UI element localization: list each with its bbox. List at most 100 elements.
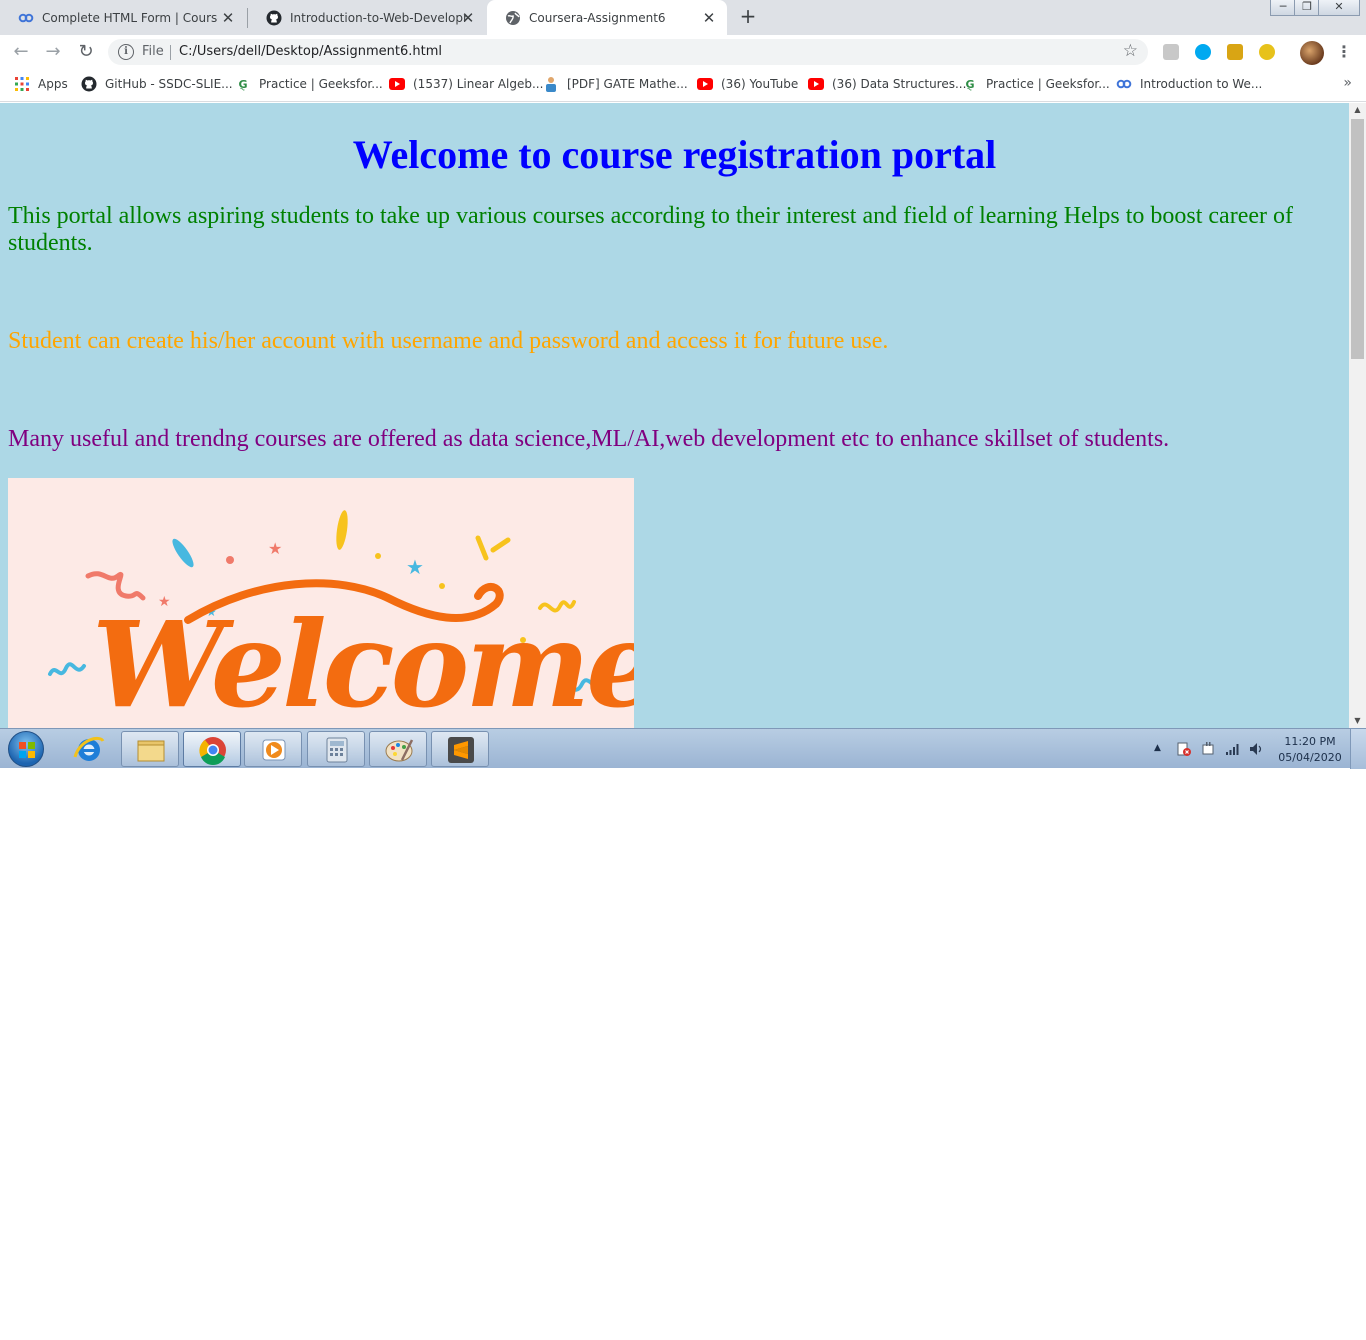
close-icon[interactable]: ✕ [701,9,717,27]
chrome-taskbar-button[interactable] [183,731,241,767]
svg-text:★: ★ [406,555,424,579]
github-icon [266,10,282,26]
tab-strip: Complete HTML Form | Coursera ✕ Introduc… [0,0,1366,35]
bookmark-geeksforgeeks-practice[interactable]: ֻG Practice | Geeksfor... [235,76,383,92]
bookmarks-bar: Apps GitHub - SSDC-SLIE... ֻG Practice |… [0,69,1366,102]
restore-button[interactable]: ❐ [1294,0,1320,16]
tab-title: Complete HTML Form | Coursera [42,10,218,25]
bookmark-label: [PDF] GATE Mathe... [567,77,688,91]
youtube-icon [697,76,713,92]
skype-extension-icon[interactable] [1195,44,1211,60]
internet-explorer-taskbar-button[interactable] [60,731,118,767]
calculator-taskbar-button[interactable] [307,731,365,767]
scroll-thumb[interactable] [1351,119,1364,359]
profile-avatar[interactable] [1300,41,1324,65]
coursera-icon [1116,76,1132,92]
sublime-text-taskbar-button[interactable] [431,731,489,767]
network-signal-icon[interactable] [1224,741,1240,760]
pixel-extension-icon[interactable] [1227,44,1243,60]
folder-icon [137,740,165,762]
bookmarks-overflow-icon[interactable]: » [1343,75,1352,91]
browser-toolbar: ← → ↻ i File C:/Users/dell/Desktop/Assig… [0,35,1366,69]
bookmark-star-icon[interactable]: ☆ [1123,41,1138,61]
bookmark-apps[interactable]: Apps [14,76,68,92]
tab-introduction-to-web-development[interactable]: Introduction-to-Web-Developme ✕ [248,0,486,35]
bookmark-label: GitHub - SSDC-SLIE... [105,77,233,91]
person-icon [543,76,559,92]
bookmark-label: (36) Data Structures... [832,77,967,91]
tab-title: Coursera-Assignment6 [529,10,666,25]
page-viewport: Welcome to course registration portal Th… [0,103,1349,728]
info-icon[interactable]: i [118,44,134,60]
paint-taskbar-button[interactable] [369,731,427,767]
volume-icon[interactable] [1248,741,1264,760]
forward-arrow-icon[interactable]: → [42,41,64,63]
close-icon[interactable]: ✕ [460,9,476,27]
bookmark-label: Practice | Geeksfor... [259,77,383,91]
geeksforgeeks-icon: ֻG [965,77,975,91]
back-arrow-icon[interactable]: ← [10,41,32,63]
sublime-text-icon [448,737,474,763]
chrome-icon [199,737,226,765]
bookmark-introduction-to-web[interactable]: Introduction to We... [1116,76,1262,92]
calculator-icon [326,737,348,763]
bookmark-label: (1537) Linear Algeb... [413,77,544,91]
tab-coursera-assignment6[interactable]: Coursera-Assignment6 ✕ [487,0,727,35]
more-menu-icon[interactable]: ⋮ [1336,42,1352,61]
reload-icon[interactable]: ↻ [75,41,97,63]
new-tab-button[interactable]: + [738,6,758,26]
close-icon[interactable]: ✕ [220,9,236,27]
bookmark-label: Apps [38,77,68,91]
courses-paragraph: Many useful and trendng courses are offe… [8,426,1170,452]
media-player-taskbar-button[interactable] [244,731,302,767]
windows-taskbar: ▲ 11:20 PM 05/04/2020 [0,728,1366,769]
action-center-icon[interactable] [1176,741,1192,760]
bookmark-label: (36) YouTube [721,77,799,91]
github-icon [81,76,97,92]
bookmark-label: Practice | Geeksfor... [986,77,1110,91]
bookmark-label: Introduction to We... [1140,77,1263,91]
intro-paragraph: This portal allows aspiring students to … [8,203,1293,256]
tab-complete-html-form[interactable]: Complete HTML Form | Coursera ✕ [0,0,246,35]
paint-palette-icon [385,739,414,762]
address-divider [170,45,171,60]
pdf-extension-icon[interactable] [1163,44,1179,60]
bookmark-data-structures[interactable]: (36) Data Structures... [808,76,966,92]
coursera-icon [18,10,34,26]
window-close-button[interactable]: ✕ [1318,0,1360,16]
bookmark-gate-mathematics[interactable]: [PDF] GATE Mathe... [543,76,688,92]
internet-explorer-icon [73,736,105,761]
welcome-image: ★ ★ ★ ★ Welcome [8,478,634,728]
bookmark-linear-algebra[interactable]: (1537) Linear Algeb... [389,76,543,92]
youtube-icon [389,76,405,92]
youtube-icon [808,76,824,92]
puzzle-extension-icon[interactable] [1259,44,1275,60]
clock-time: 11:20 PM [1284,735,1336,748]
system-clock[interactable]: 11:20 PM 05/04/2020 [1276,734,1344,766]
address-url[interactable]: C:/Users/dell/Desktop/Assignment6.html [179,44,442,59]
account-paragraph: Student can create his/her account with … [8,328,889,354]
vertical-scrollbar[interactable]: ▲ ▼ [1349,103,1366,728]
tray-overflow-icon[interactable]: ▲ [1154,743,1161,753]
bookmark-github[interactable]: GitHub - SSDC-SLIE... [81,76,233,92]
minimize-button[interactable]: ─ [1270,0,1296,16]
scroll-up-icon[interactable]: ▲ [1349,103,1366,117]
welcome-lettering: Welcome [92,595,634,728]
scroll-down-icon[interactable]: ▼ [1349,714,1366,728]
address-bar[interactable]: i File C:/Users/dell/Desktop/Assignment6… [108,39,1148,65]
bookmark-geeksforgeeks-practice-2[interactable]: ֻG Practice | Geeksfor... [962,76,1110,92]
media-player-icon [262,739,286,761]
show-desktop-button[interactable] [1350,729,1366,769]
power-icon[interactable] [1200,741,1216,760]
address-scheme-label: File [142,44,164,59]
clock-date: 05/04/2020 [1278,751,1342,764]
start-button[interactable] [8,731,44,767]
geeksforgeeks-icon: ֻG [238,77,248,91]
windows-logo-icon [19,742,35,758]
globe-icon [505,10,521,26]
svg-text:★: ★ [268,539,282,558]
apps-grid-icon [14,76,30,92]
tab-title: Introduction-to-Web-Developme [290,10,466,25]
file-explorer-taskbar-button[interactable] [121,731,179,767]
bookmark-youtube[interactable]: (36) YouTube [697,76,798,92]
